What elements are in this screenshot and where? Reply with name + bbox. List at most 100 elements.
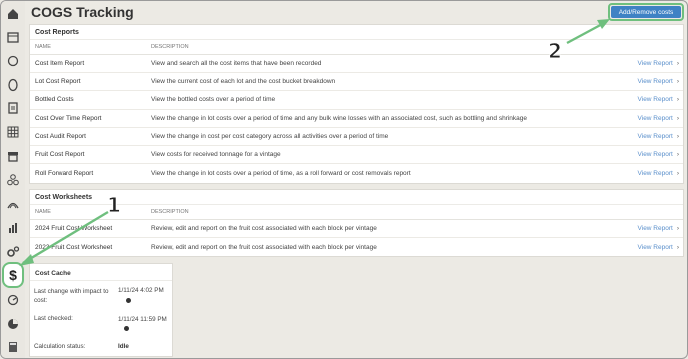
cost-cache-panel: Cost Cache Last change with impact to co… [29,263,173,357]
row-name: Lot Cost Report [35,78,81,86]
view-report-link[interactable]: View Report › [638,133,679,140]
last-change-label: Last change with impact to cost: [34,288,109,304]
chevron-right-icon: › [676,169,679,177]
view-report-label: View Report [637,169,673,177]
grid-icon[interactable] [5,124,21,140]
chevron-right-icon: › [676,132,679,140]
last-checked-value-text: 1/11/24 11:59 PM [118,316,167,323]
row-description: View the change in cost per cost categor… [151,132,389,140]
info-icon[interactable] [126,297,131,303]
view-report-label: View Report [637,151,673,159]
table-row: Fruit Cost Report View costs for received… [30,146,683,165]
view-report-link[interactable]: View Report › [638,78,679,85]
table-row: Cost Item Report View and search all the … [30,55,683,74]
archive-icon[interactable] [5,148,21,164]
row-description: View costs for received tonnage for a vi… [151,151,281,159]
row-name: 2023 Fruit Cost Worksheet [35,243,113,251]
view-report-label: View Report [637,132,673,140]
cost-reports-header: NAME DESCRIPTION [30,40,683,55]
view-report-label: View Report [637,78,673,86]
add-remove-costs-label: Add/Remove costs [611,6,681,18]
table-row: Cost Over Time Report View the change in … [30,110,683,128]
home-icon[interactable] [5,6,21,22]
row-name: Cost Item Report [35,60,85,68]
view-report-label: View Report [637,225,673,233]
chevron-right-icon: › [676,78,679,86]
chevron-right-icon: › [676,225,679,233]
chevron-right-icon: › [676,96,679,104]
row-name: Cost Audit Report [35,132,86,140]
chevron-right-icon: › [676,151,679,159]
last-checked-value: 1/11/24 11:59 PM [118,315,172,333]
info-icon[interactable] [124,325,129,331]
table-row: Bottled Costs View the bottled costs over… [30,91,683,110]
cost-worksheets-rows: 2024 Fruit Cost Worksheet Review, edit an… [30,220,683,256]
view-report-link[interactable]: View Report › [638,170,679,177]
dollar-icon[interactable]: $ [2,262,24,288]
view-report-link[interactable]: View Report › [638,225,679,232]
circle-icon[interactable] [5,53,21,69]
clipboard-icon[interactable] [5,100,21,116]
table-row: 2024 Fruit Cost Worksheet Review, edit an… [30,220,683,239]
last-change-value: 1/11/24 4:02 PM [118,287,174,304]
col-description-header: DESCRIPTION [151,209,189,215]
calculator-icon[interactable] [5,339,21,355]
cost-reports-title: Cost Reports [30,25,683,40]
cost-reports-rows: Cost Item Report View and search all the … [30,55,683,182]
row-name: Cost Over Time Report [35,114,102,122]
chevron-right-icon: › [676,114,679,122]
view-report-link[interactable]: View Report › [638,244,679,251]
chevron-right-icon: › [676,60,679,68]
row-name: Fruit Cost Report [35,151,85,159]
bar-chart-icon[interactable] [5,220,21,236]
calculation-status-label: Calculation status: [34,343,86,350]
view-report-label: View Report [637,60,673,68]
row-name: 2024 Fruit Cost Worksheet [35,225,113,233]
col-description-header: DESCRIPTION [151,44,189,50]
col-name-header: NAME [35,209,51,215]
annotation-number-1: 1 [107,193,122,218]
row-description: View the bottled costs over a period of … [151,96,276,104]
cost-cache-title: Cost Cache [30,264,172,281]
view-report-label: View Report [637,96,673,104]
row-name: Bottled Costs [35,96,74,104]
table-row: Roll Forward Report View the change in lo… [30,164,683,182]
view-report-link[interactable]: View Report › [638,115,679,122]
last-checked-label: Last checked: [34,315,73,322]
row-description: Review, edit and report on the fruit cos… [151,243,377,251]
table-row: Lot Cost Report View the current cost of … [30,73,683,92]
cost-reports-panel: Cost Reports NAME DESCRIPTION Cost Item … [29,24,684,184]
cost-worksheets-header: NAME DESCRIPTION [30,205,683,220]
calendar-icon[interactable] [5,29,21,45]
cost-worksheets-panel: Cost Worksheets NAME DESCRIPTION 2024 Fr… [29,189,684,257]
table-row: 2023 Fruit Cost Worksheet Review, edit an… [30,238,683,256]
last-change-value-text: 1/11/24 4:02 PM [118,287,164,294]
calculation-status-value: Idle [118,343,129,350]
add-remove-costs-button[interactable]: Add/Remove costs [608,3,684,21]
barrel-icon[interactable] [5,77,21,93]
sidebar: $ [1,1,25,358]
gears-icon[interactable] [5,244,21,260]
view-report-link[interactable]: View Report › [638,60,679,67]
row-description: Review, edit and report on the fruit cos… [151,225,377,233]
row-description: View the current cost of each lot and th… [151,78,336,86]
app-frame: $ COGS Tracking Add/Remove costs Cost Re… [0,0,688,359]
vineyard-icon[interactable] [5,196,21,212]
table-row: Cost Audit Report View the change in cost… [30,128,683,146]
row-name: Roll Forward Report [35,169,94,177]
chevron-right-icon: › [676,243,679,251]
row-description: View the change in lot costs over a peri… [151,169,411,177]
row-description: View and search all the cost items that … [151,60,322,68]
view-report-label: View Report [637,243,673,251]
annotation-number-2: 2 [548,39,563,64]
gauge-icon[interactable] [5,292,21,308]
view-report-link[interactable]: View Report › [638,96,679,103]
col-name-header: NAME [35,44,51,50]
cost-worksheets-title: Cost Worksheets [30,190,683,205]
row-description: View the change in lot costs over a peri… [151,114,528,122]
barrels-icon[interactable] [5,172,21,188]
view-report-link[interactable]: View Report › [638,151,679,158]
page-title: COGS Tracking [31,4,134,20]
view-report-label: View Report [637,114,673,122]
pie-chart-icon[interactable] [5,316,21,332]
